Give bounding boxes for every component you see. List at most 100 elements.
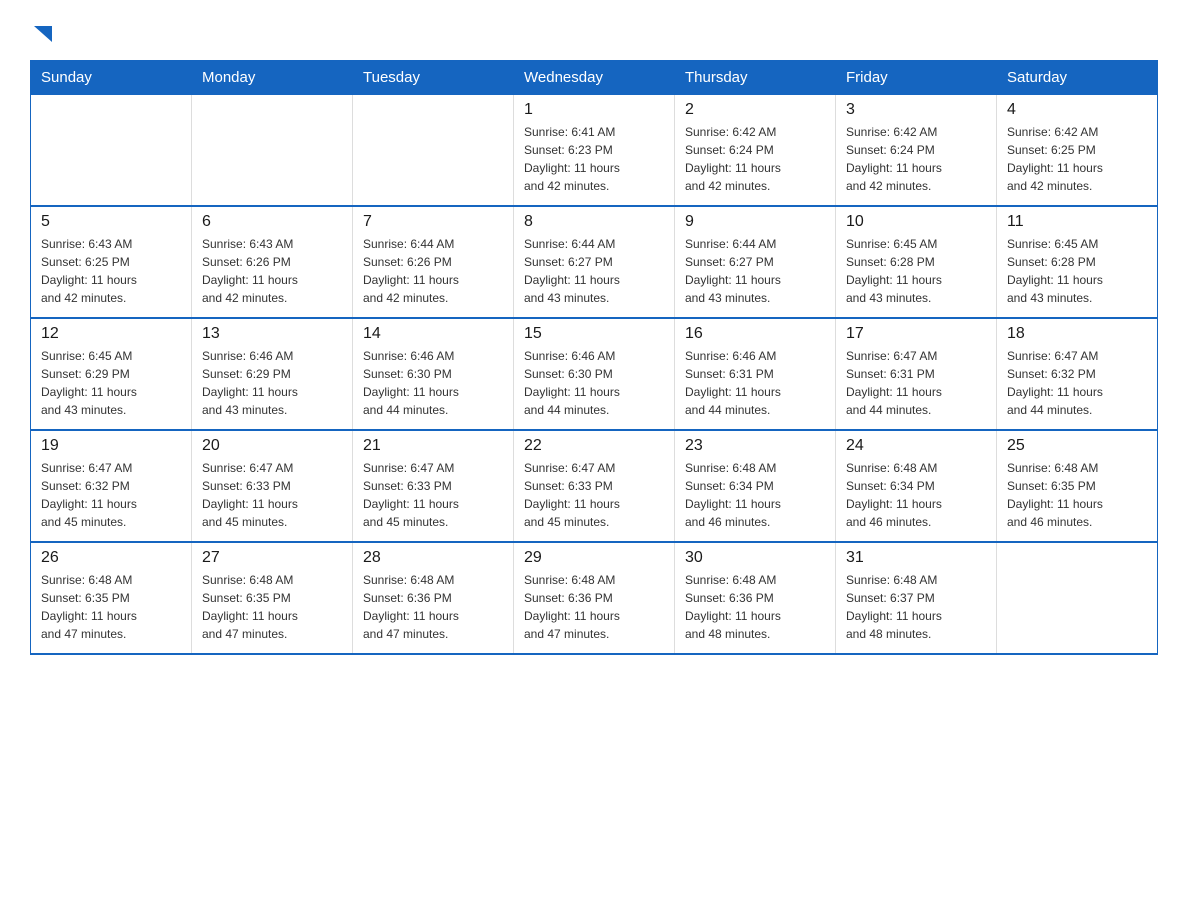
day-info: Sunrise: 6:45 AMSunset: 6:28 PMDaylight:… [1007, 235, 1147, 307]
calendar-cell [31, 95, 192, 207]
calendar-cell: 23 Sunrise: 6:48 AMSunset: 6:34 PMDayligh… [675, 430, 836, 542]
calendar-cell: 10Sunrise: 6:45 AMSunset: 6:28 PMDayligh… [836, 206, 997, 318]
calendar-week-row: 12 Sunrise: 6:45 AMSunset: 6:29 PMDayligh… [31, 318, 1158, 430]
header-cell-sunday: Sunday [31, 61, 192, 95]
logo-triangle-icon [32, 22, 54, 44]
calendar-cell: 26 Sunrise: 6:48 AMSunset: 6:35 PMDayligh… [31, 542, 192, 654]
day-number: 3 [846, 101, 986, 119]
day-number: 24 [846, 437, 986, 455]
day-info: Sunrise: 6:43 AMSunset: 6:25 PMDaylight:… [41, 235, 181, 307]
day-number: 9 [685, 213, 825, 231]
calendar-cell: 2Sunrise: 6:42 AMSunset: 6:24 PMDaylight… [675, 95, 836, 207]
day-info: Sunrise: 6:44 AMSunset: 6:26 PMDaylight:… [363, 235, 503, 307]
day-number: 14 [363, 325, 503, 343]
calendar-header-row: SundayMondayTuesdayWednesdayThursdayFrid… [31, 61, 1158, 95]
day-info: Sunrise: 6:48 AMSunset: 6:35 PMDaylight:… [202, 571, 342, 643]
calendar-week-row: 1 Sunrise: 6:41 AMSunset: 6:23 PMDaylight… [31, 95, 1158, 207]
calendar-cell: 14 Sunrise: 6:46 AMSunset: 6:30 PMDayligh… [353, 318, 514, 430]
calendar-cell: 17 Sunrise: 6:47 AMSunset: 6:31 PMDayligh… [836, 318, 997, 430]
day-info: Sunrise: 6:48 AMSunset: 6:36 PMDaylight:… [524, 571, 664, 643]
day-info: Sunrise: 6:43 AMSunset: 6:26 PMDaylight:… [202, 235, 342, 307]
day-info: Sunrise: 6:47 AMSunset: 6:32 PMDaylight:… [41, 459, 181, 531]
header-cell-monday: Monday [192, 61, 353, 95]
header-cell-wednesday: Wednesday [514, 61, 675, 95]
day-info: Sunrise: 6:46 AMSunset: 6:29 PMDaylight:… [202, 347, 342, 419]
calendar-cell: 16 Sunrise: 6:46 AMSunset: 6:31 PMDayligh… [675, 318, 836, 430]
day-number: 25 [1007, 437, 1147, 455]
day-info: Sunrise: 6:47 AMSunset: 6:31 PMDaylight:… [846, 347, 986, 419]
calendar-cell [192, 95, 353, 207]
calendar-cell: 24Sunrise: 6:48 AMSunset: 6:34 PMDayligh… [836, 430, 997, 542]
day-number: 27 [202, 549, 342, 567]
header-cell-saturday: Saturday [997, 61, 1158, 95]
day-info: Sunrise: 6:42 AMSunset: 6:24 PMDaylight:… [846, 123, 986, 195]
calendar-cell: 19 Sunrise: 6:47 AMSunset: 6:32 PMDayligh… [31, 430, 192, 542]
day-number: 13 [202, 325, 342, 343]
calendar-cell: 28Sunrise: 6:48 AMSunset: 6:36 PMDayligh… [353, 542, 514, 654]
day-number: 31 [846, 549, 986, 567]
day-info: Sunrise: 6:47 AMSunset: 6:32 PMDaylight:… [1007, 347, 1147, 419]
day-number: 28 [363, 549, 503, 567]
day-number: 4 [1007, 101, 1147, 119]
day-info: Sunrise: 6:47 AMSunset: 6:33 PMDaylight:… [524, 459, 664, 531]
day-number: 5 [41, 213, 181, 231]
header-cell-tuesday: Tuesday [353, 61, 514, 95]
calendar-cell: 15 Sunrise: 6:46 AMSunset: 6:30 PMDayligh… [514, 318, 675, 430]
calendar-cell: 20Sunrise: 6:47 AMSunset: 6:33 PMDayligh… [192, 430, 353, 542]
day-number: 17 [846, 325, 986, 343]
day-number: 18 [1007, 325, 1147, 343]
day-info: Sunrise: 6:44 AMSunset: 6:27 PMDaylight:… [524, 235, 664, 307]
calendar-table: SundayMondayTuesdayWednesdayThursdayFrid… [30, 60, 1158, 655]
header-cell-thursday: Thursday [675, 61, 836, 95]
day-info: Sunrise: 6:41 AMSunset: 6:23 PMDaylight:… [524, 123, 664, 195]
day-info: Sunrise: 6:46 AMSunset: 6:31 PMDaylight:… [685, 347, 825, 419]
calendar-cell: 7 Sunrise: 6:44 AMSunset: 6:26 PMDaylight… [353, 206, 514, 318]
day-info: Sunrise: 6:42 AMSunset: 6:25 PMDaylight:… [1007, 123, 1147, 195]
day-info: Sunrise: 6:46 AMSunset: 6:30 PMDaylight:… [524, 347, 664, 419]
day-info: Sunrise: 6:45 AMSunset: 6:28 PMDaylight:… [846, 235, 986, 307]
calendar-cell [353, 95, 514, 207]
calendar-cell: 11 Sunrise: 6:45 AMSunset: 6:28 PMDayligh… [997, 206, 1158, 318]
calendar-cell: 4 Sunrise: 6:42 AMSunset: 6:25 PMDaylight… [997, 95, 1158, 207]
calendar-cell [997, 542, 1158, 654]
calendar-cell: 8 Sunrise: 6:44 AMSunset: 6:27 PMDaylight… [514, 206, 675, 318]
day-info: Sunrise: 6:48 AMSunset: 6:35 PMDaylight:… [41, 571, 181, 643]
day-number: 19 [41, 437, 181, 455]
calendar-cell: 21 Sunrise: 6:47 AMSunset: 6:33 PMDayligh… [353, 430, 514, 542]
day-number: 8 [524, 213, 664, 231]
day-number: 30 [685, 549, 825, 567]
day-number: 15 [524, 325, 664, 343]
calendar-cell: 1 Sunrise: 6:41 AMSunset: 6:23 PMDaylight… [514, 95, 675, 207]
day-number: 16 [685, 325, 825, 343]
calendar-cell: 6Sunrise: 6:43 AMSunset: 6:26 PMDaylight… [192, 206, 353, 318]
day-number: 7 [363, 213, 503, 231]
calendar-cell: 30 Sunrise: 6:48 AMSunset: 6:36 PMDayligh… [675, 542, 836, 654]
day-info: Sunrise: 6:47 AMSunset: 6:33 PMDaylight:… [202, 459, 342, 531]
day-number: 11 [1007, 213, 1147, 231]
day-number: 22 [524, 437, 664, 455]
day-number: 12 [41, 325, 181, 343]
day-info: Sunrise: 6:45 AMSunset: 6:29 PMDaylight:… [41, 347, 181, 419]
day-info: Sunrise: 6:48 AMSunset: 6:37 PMDaylight:… [846, 571, 986, 643]
calendar-cell: 13 Sunrise: 6:46 AMSunset: 6:29 PMDayligh… [192, 318, 353, 430]
calendar-cell: 25 Sunrise: 6:48 AMSunset: 6:35 PMDayligh… [997, 430, 1158, 542]
header [30, 20, 1158, 44]
day-number: 23 [685, 437, 825, 455]
day-info: Sunrise: 6:48 AMSunset: 6:34 PMDaylight:… [685, 459, 825, 531]
day-number: 21 [363, 437, 503, 455]
logo [30, 20, 54, 44]
calendar-cell: 29 Sunrise: 6:48 AMSunset: 6:36 PMDayligh… [514, 542, 675, 654]
calendar-cell: 5 Sunrise: 6:43 AMSunset: 6:25 PMDaylight… [31, 206, 192, 318]
calendar-week-row: 19 Sunrise: 6:47 AMSunset: 6:32 PMDayligh… [31, 430, 1158, 542]
day-info: Sunrise: 6:46 AMSunset: 6:30 PMDaylight:… [363, 347, 503, 419]
header-cell-friday: Friday [836, 61, 997, 95]
calendar-cell: 31 Sunrise: 6:48 AMSunset: 6:37 PMDayligh… [836, 542, 997, 654]
day-number: 1 [524, 101, 664, 119]
day-info: Sunrise: 6:47 AMSunset: 6:33 PMDaylight:… [363, 459, 503, 531]
day-number: 29 [524, 549, 664, 567]
day-info: Sunrise: 6:44 AMSunset: 6:27 PMDaylight:… [685, 235, 825, 307]
day-number: 26 [41, 549, 181, 567]
day-info: Sunrise: 6:48 AMSunset: 6:35 PMDaylight:… [1007, 459, 1147, 531]
day-info: Sunrise: 6:48 AMSunset: 6:36 PMDaylight:… [685, 571, 825, 643]
calendar-week-row: 26 Sunrise: 6:48 AMSunset: 6:35 PMDayligh… [31, 542, 1158, 654]
